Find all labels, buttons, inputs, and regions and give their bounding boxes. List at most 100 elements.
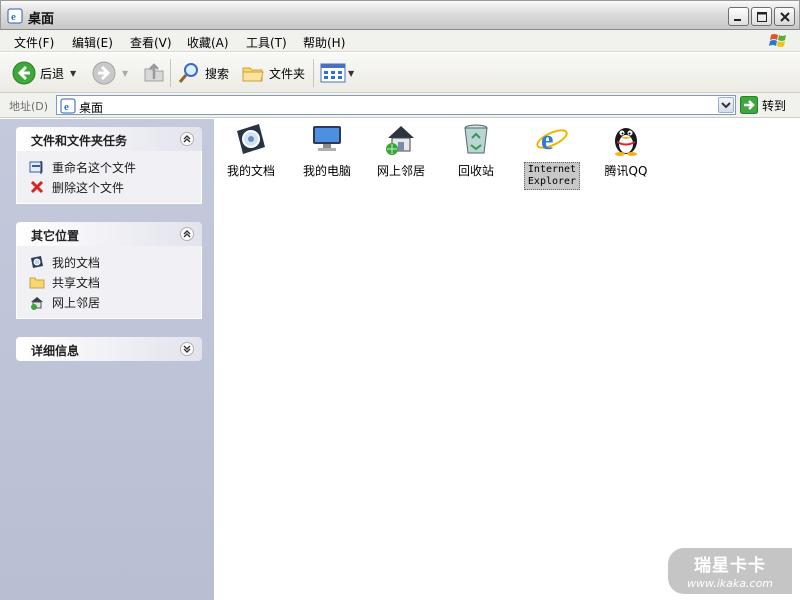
folder-up-icon [144, 63, 164, 82]
ie-page-icon: e [60, 98, 76, 114]
icon-label: 网上邻居 [376, 164, 425, 178]
place-my-documents[interactable]: 我的文档 [17, 252, 201, 272]
desktop-icon-recycle-bin[interactable]: 回收站 [441, 121, 511, 179]
my-documents-icon [237, 124, 265, 154]
panel-title: 详细信息 [31, 344, 80, 358]
collapse-chevron-icon[interactable] [180, 132, 194, 146]
panel-body: 我的文档 共享文档 网上邻居 [16, 246, 202, 319]
qq-penguin-icon [615, 128, 637, 156]
watermark-brand: 瑞星卡卡 [694, 556, 766, 576]
place-shared-documents[interactable]: 共享文档 [17, 272, 201, 292]
icon-label: Internet Explorer [524, 162, 580, 190]
desktop-icon-my-computer[interactable]: 我的电脑 [292, 121, 362, 179]
toolbar: 后退 ▼ ▼ 搜索 文件夹 ▼ [0, 53, 800, 93]
windows-logo-icon [764, 31, 794, 51]
menu-file[interactable]: 文件(F) [14, 34, 54, 51]
go-button[interactable]: 转到 [740, 96, 786, 114]
task-label: 重命名这个文件 [52, 160, 137, 175]
menu-favorites[interactable]: 收藏(A) [187, 34, 229, 51]
my-documents-icon [31, 256, 43, 268]
svg-text:e: e [64, 101, 69, 113]
forward-arrow-icon [92, 61, 116, 85]
panel-header[interactable]: 详细信息 [16, 337, 202, 361]
folders-button[interactable]: 文件夹 [241, 59, 305, 87]
other-places-panel: 其它位置 我的文档 共享文档 网上邻居 [16, 222, 202, 319]
search-label: 搜索 [205, 66, 230, 81]
panel-title: 其它位置 [31, 229, 80, 243]
my-computer-icon [313, 126, 341, 151]
views-button[interactable]: ▼ [320, 59, 354, 87]
rename-icon [29, 161, 43, 174]
window-title: 桌面 [28, 12, 55, 27]
search-icon [178, 63, 198, 83]
forward-dropdown-icon[interactable]: ▼ [122, 69, 128, 78]
place-label: 共享文档 [52, 275, 101, 290]
task-label: 删除这个文件 [52, 180, 125, 195]
panel-title: 文件和文件夹任务 [31, 134, 128, 148]
back-arrow-icon [12, 61, 36, 85]
menu-bar: 文件(F) 编辑(E) 查看(V) 收藏(A) 工具(T) 帮助(H) [0, 30, 800, 52]
icon-label: 我的电脑 [302, 164, 351, 178]
views-dropdown-icon[interactable]: ▼ [348, 69, 354, 78]
back-label: 后退 [40, 66, 65, 81]
ie-window-icon: e [7, 8, 23, 24]
go-label: 转到 [762, 98, 787, 113]
desktop-icon-internet-explorer[interactable]: e Internet Explorer [517, 121, 587, 190]
svg-text:e: e [11, 11, 16, 23]
collapse-chevron-icon[interactable] [180, 227, 194, 241]
icon-label: 腾讯QQ [604, 164, 648, 178]
close-button[interactable] [774, 7, 795, 26]
views-icon [320, 63, 346, 83]
expand-chevron-icon[interactable] [180, 342, 194, 356]
details-panel: 详细信息 [16, 337, 202, 361]
network-places-icon [31, 297, 43, 310]
panel-header[interactable]: 其它位置 [16, 222, 202, 246]
watermark: 瑞星卡卡 www.ikaka.com [668, 548, 792, 594]
svg-text:e: e [541, 125, 553, 156]
minimize-icon [734, 19, 741, 21]
folder-icon [242, 67, 264, 82]
panel-body: 重命名这个文件 删除这个文件 [16, 151, 202, 204]
up-button[interactable] [142, 59, 166, 87]
folders-label: 文件夹 [269, 66, 306, 81]
menu-tools[interactable]: 工具(T) [246, 34, 287, 51]
address-input[interactable]: e 桌面 [56, 95, 736, 115]
back-button[interactable]: 后退 ▼ [12, 59, 76, 87]
chevron-down-icon [721, 102, 731, 109]
menu-edit[interactable]: 编辑(E) [72, 34, 113, 51]
icon-label: 我的文档 [226, 164, 275, 178]
close-icon [780, 12, 790, 22]
toolbar-separator [170, 59, 171, 87]
place-label: 网上邻居 [52, 295, 101, 310]
address-value: 桌面 [79, 101, 104, 115]
maximize-icon [757, 12, 767, 22]
delete-x-icon [30, 180, 44, 194]
watermark-url: www.ikaka.com [686, 577, 774, 590]
task-pane: 文件和文件夹任务 重命名这个文件 删除这个文件 其它位置 我的文档 共享文档 网… [0, 119, 214, 600]
task-rename[interactable]: 重命名这个文件 [17, 157, 201, 177]
title-bar: e 桌面 [0, 0, 800, 30]
recycle-bin-icon [464, 124, 488, 154]
minimize-button[interactable] [728, 7, 749, 26]
toolbar-separator [313, 59, 314, 87]
maximize-button[interactable] [751, 7, 772, 26]
place-network[interactable]: 网上邻居 [17, 292, 201, 312]
task-delete[interactable]: 删除这个文件 [17, 177, 201, 197]
network-places-icon [386, 126, 414, 155]
place-label: 我的文档 [52, 255, 101, 270]
address-dropdown-button[interactable] [718, 97, 734, 113]
desktop-icon-network-places[interactable]: 网上邻居 [366, 121, 436, 179]
go-arrow-icon [740, 96, 758, 114]
desktop-icon-my-documents[interactable]: 我的文档 [216, 121, 286, 179]
content-area: 我的文档 我的电脑 网上邻居 回收站 e Internet Explorer 腾… [214, 119, 800, 600]
desktop-icon-qq[interactable]: 腾讯QQ [591, 121, 661, 179]
menu-view[interactable]: 查看(V) [130, 34, 172, 51]
forward-button[interactable]: ▼ [92, 59, 128, 87]
menu-help[interactable]: 帮助(H) [303, 34, 345, 51]
search-button[interactable]: 搜索 [177, 59, 229, 87]
icon-label: 回收站 [457, 164, 494, 178]
panel-header[interactable]: 文件和文件夹任务 [16, 127, 202, 151]
back-dropdown-icon[interactable]: ▼ [70, 69, 76, 78]
shared-folder-icon [29, 277, 45, 289]
internet-explorer-icon: e [536, 125, 568, 156]
